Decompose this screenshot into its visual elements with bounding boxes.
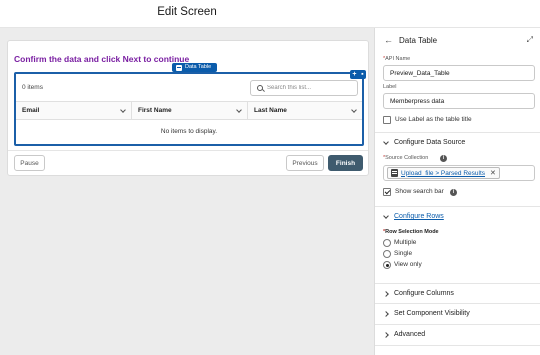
label-field-label: Label [383,84,397,90]
table-icon [176,64,182,71]
chevron-right-icon [383,290,389,297]
column-label: Last Name [254,107,287,114]
section-configure-columns[interactable]: Configure Columns [375,283,540,303]
chevron-right-icon [383,331,389,338]
row-selection-mode-label: *Row Selection Mode [383,229,439,235]
show-search-bar-label: Show search bar [395,188,444,195]
api-name-label: *API Name [383,56,411,62]
radio-view-only[interactable] [383,261,391,269]
section-label: Configure Rows [394,213,444,220]
component-tag-label: Data Table [185,64,212,70]
chevron-down-icon[interactable] [351,107,357,113]
collection-icon [391,169,398,177]
source-collection-label: *Source Collection [383,155,429,161]
items-count: 0 items [22,84,43,91]
chevron-down-icon[interactable] [236,107,242,113]
use-label-title-checkbox[interactable] [383,116,391,124]
page-title: Edit Screen [157,6,217,18]
radio-single[interactable] [383,250,391,258]
label-field[interactable]: Memberpress data [383,93,535,109]
close-icon[interactable]: ✕ [490,169,496,177]
radio-label-view-only: View only [394,261,422,268]
properties-panel: ← Data Table ⤢ *API Name Preview_Data_Ta… [374,28,540,355]
search-box[interactable] [250,80,358,96]
expand-icon[interactable]: ⤢ [527,35,533,45]
table-header: Email First Name Last Name [16,101,362,120]
source-collection-pill[interactable]: Upload_file > Parsed Results ✕ [387,167,500,179]
column-label: First Name [138,107,172,114]
info-icon[interactable]: i [440,155,447,162]
column-header-last-name[interactable]: Last Name [248,102,362,119]
section-set-component-visibility[interactable]: Set Component Visibility [375,303,540,323]
chevron-down-icon[interactable] [120,107,126,113]
pause-button[interactable]: Pause [14,155,45,171]
section-label: Configure Data Source [394,139,466,146]
api-name-field[interactable]: Preview_Data_Table [383,65,535,81]
screen-heading[interactable]: Confirm the data and click Next to conti… [14,54,189,64]
screen-card: Confirm the data and click Next to conti… [7,40,369,176]
footer-divider [8,150,368,151]
section-configure-rows[interactable]: Configure Rows [375,206,540,226]
data-table-component[interactable]: 0 items Email First Name Last Name [14,72,364,146]
chevron-down-icon [383,138,389,145]
source-collection-field[interactable]: Upload_file > Parsed Results ✕ [383,165,535,181]
app-header: Edit Screen [0,0,540,28]
radio-label-single: Single [394,250,413,257]
finish-button[interactable]: Finish [328,155,363,171]
use-label-title-label: Use Label as the table title [395,116,472,123]
column-header-first-name[interactable]: First Name [132,102,248,119]
source-collection-value[interactable]: Upload_file > Parsed Results [401,170,485,177]
panel-divider [375,345,540,346]
radio-multiple[interactable] [383,239,391,247]
panel-title: Data Table [399,36,438,45]
search-icon [257,85,263,91]
section-configure-data-source[interactable]: Configure Data Source [375,132,540,152]
chevron-right-icon [383,310,389,317]
show-search-bar-checkbox[interactable] [383,188,391,196]
column-label: Email [22,107,40,114]
section-label: Set Component Visibility [394,310,470,317]
previous-button[interactable]: Previous [286,155,324,171]
empty-message: No items to display. [160,128,218,135]
panel-header: ← Data Table ⤢ [375,28,540,53]
search-input[interactable] [267,85,357,91]
section-advanced[interactable]: Advanced [375,324,540,344]
section-label: Configure Columns [394,290,454,297]
back-arrow-icon[interactable]: ← [384,35,393,45]
component-actions: + ▪ [350,70,366,79]
radio-label-multiple: Multiple [394,239,417,246]
component-tag: Data Table [172,63,218,72]
column-header-email[interactable]: Email [16,102,132,119]
section-label: Advanced [394,331,426,338]
screen-canvas: Confirm the data and click Next to conti… [0,28,374,355]
info-icon[interactable]: i [450,189,457,196]
add-icon[interactable]: + [352,70,356,79]
chevron-down-icon [383,212,389,219]
delete-icon[interactable]: ▪ [361,70,363,79]
